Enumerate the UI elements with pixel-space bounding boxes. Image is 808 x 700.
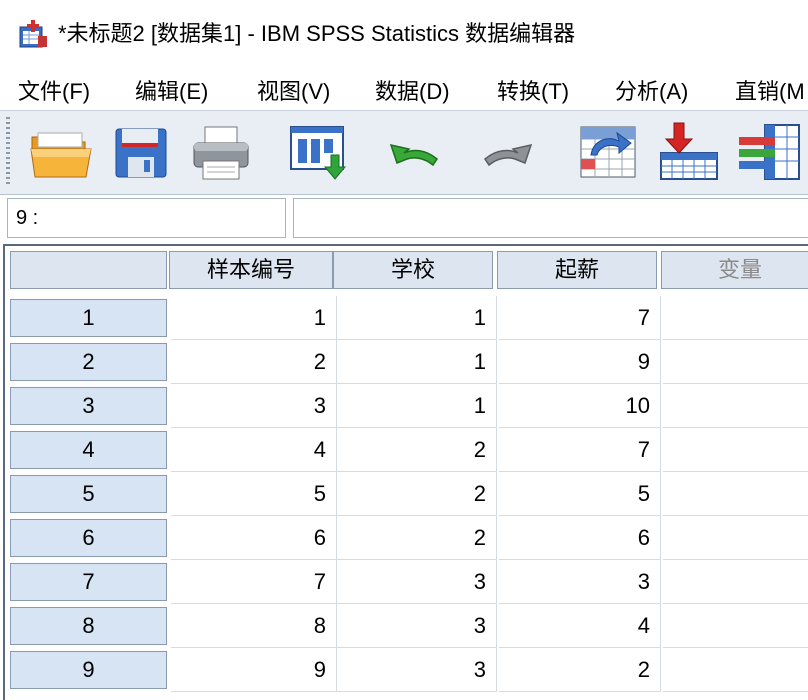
row-header[interactable]: 8: [10, 607, 167, 645]
menu-view[interactable]: 视图(V): [257, 74, 330, 106]
data-cell[interactable]: 3: [335, 648, 497, 692]
spss-app-icon[interactable]: [18, 19, 48, 49]
row-header[interactable]: 4: [10, 431, 167, 469]
data-cell[interactable]: 9: [499, 340, 661, 384]
data-cell[interactable]: [663, 384, 808, 428]
redo-icon: [484, 143, 533, 167]
open-folder-button[interactable]: [28, 119, 94, 185]
row-header[interactable]: 7: [10, 563, 167, 601]
variables-button[interactable]: [735, 119, 801, 185]
row-header[interactable]: 9: [10, 651, 167, 689]
data-cell[interactable]: [663, 516, 808, 560]
data-cell[interactable]: 2: [335, 428, 497, 472]
undo-button[interactable]: [383, 119, 449, 185]
data-cell[interactable]: [663, 604, 808, 648]
row-header[interactable]: 2: [10, 343, 167, 381]
menu-direct-marketing[interactable]: 直销(M: [735, 74, 805, 106]
data-cell[interactable]: 2: [335, 472, 497, 516]
title-bar: *未标题2 [数据集1] - IBM SPSS Statistics 数据编辑器: [0, 0, 808, 64]
data-cell[interactable]: 5: [171, 472, 337, 516]
row-header[interactable]: 3: [10, 387, 167, 425]
data-cell[interactable]: 3: [171, 384, 337, 428]
data-cell[interactable]: [663, 340, 808, 384]
data-cell[interactable]: 6: [499, 516, 661, 560]
recall-dialog-icon: [290, 126, 347, 180]
redo-button[interactable]: [473, 119, 539, 185]
data-cell[interactable]: 2: [499, 648, 661, 692]
grid-corner[interactable]: [10, 251, 167, 289]
column-header[interactable]: 学校: [333, 251, 493, 289]
data-cell[interactable]: 3: [499, 560, 661, 604]
data-cell[interactable]: 5: [499, 472, 661, 516]
column-header[interactable]: 变量: [661, 251, 808, 289]
undo-icon: [389, 143, 438, 167]
menu-data[interactable]: 数据(D): [375, 74, 450, 106]
window-title: *未标题2 [数据集1] - IBM SPSS Statistics 数据编辑器: [58, 21, 576, 46]
data-cell[interactable]: 2: [171, 340, 337, 384]
save-button[interactable]: [108, 119, 174, 185]
data-cell[interactable]: 3: [335, 560, 497, 604]
cell-reference-label: 9 :: [16, 207, 39, 229]
print-button[interactable]: [188, 119, 254, 185]
recall-dialog-button[interactable]: [285, 119, 351, 185]
toolbar-grip[interactable]: [6, 117, 10, 187]
row-header[interactable]: 1: [10, 299, 167, 337]
data-cell[interactable]: 1: [171, 296, 337, 340]
data-cell[interactable]: 7: [171, 560, 337, 604]
data-cell[interactable]: 1: [335, 296, 497, 340]
goto-case-icon: [580, 126, 636, 178]
data-cell[interactable]: 1: [335, 384, 497, 428]
data-cell[interactable]: [663, 560, 808, 604]
menu-file[interactable]: 文件(F): [18, 74, 90, 106]
data-cell[interactable]: [663, 428, 808, 472]
data-cell[interactable]: 7: [499, 296, 661, 340]
data-cell[interactable]: 1: [335, 340, 497, 384]
data-cell[interactable]: [663, 472, 808, 516]
row-header[interactable]: 5: [10, 475, 167, 513]
print-icon: [193, 126, 249, 180]
data-cell[interactable]: 8: [171, 604, 337, 648]
save-icon: [115, 128, 167, 178]
data-cell[interactable]: 4: [171, 428, 337, 472]
menu-bar: 文件(F) 编辑(E) 视图(V) 数据(D) 转换(T) 分析(A) 直销(M: [0, 64, 808, 111]
data-cell[interactable]: 7: [499, 428, 661, 472]
data-cell[interactable]: [663, 648, 808, 692]
data-cell[interactable]: [663, 296, 808, 340]
cell-reference-box: 9 :: [7, 198, 286, 238]
data-cell[interactable]: 4: [499, 604, 661, 648]
row-header[interactable]: 6: [10, 519, 167, 557]
column-header[interactable]: 样本编号: [169, 251, 333, 289]
toolbar: [0, 111, 808, 195]
data-cell[interactable]: 9: [171, 648, 337, 692]
insert-cases-icon: [660, 122, 718, 180]
goto-case-button[interactable]: [575, 119, 641, 185]
data-cell[interactable]: 3: [335, 604, 497, 648]
menu-edit[interactable]: 编辑(E): [135, 74, 208, 106]
menu-transform[interactable]: 转换(T): [497, 74, 569, 106]
column-header[interactable]: 起薪: [497, 251, 657, 289]
cell-value-input[interactable]: [293, 198, 808, 238]
open-folder-icon: [30, 132, 92, 178]
insert-cases-button[interactable]: [655, 119, 721, 185]
variables-icon: [739, 124, 800, 180]
data-cell[interactable]: 2: [335, 516, 497, 560]
data-cell[interactable]: 10: [499, 384, 661, 428]
data-cell[interactable]: 6: [171, 516, 337, 560]
menu-analyze[interactable]: 分析(A): [615, 74, 688, 106]
data-grid: 样本编号 学校 起薪 变量 1 1 1 7 2 2 1 9 3 3 1 10 4 4 2 7 5 5 2 5 6 6 2 6 7 7 3 3 8…: [3, 244, 808, 700]
cell-editor-bar: 9 :: [0, 195, 808, 241]
